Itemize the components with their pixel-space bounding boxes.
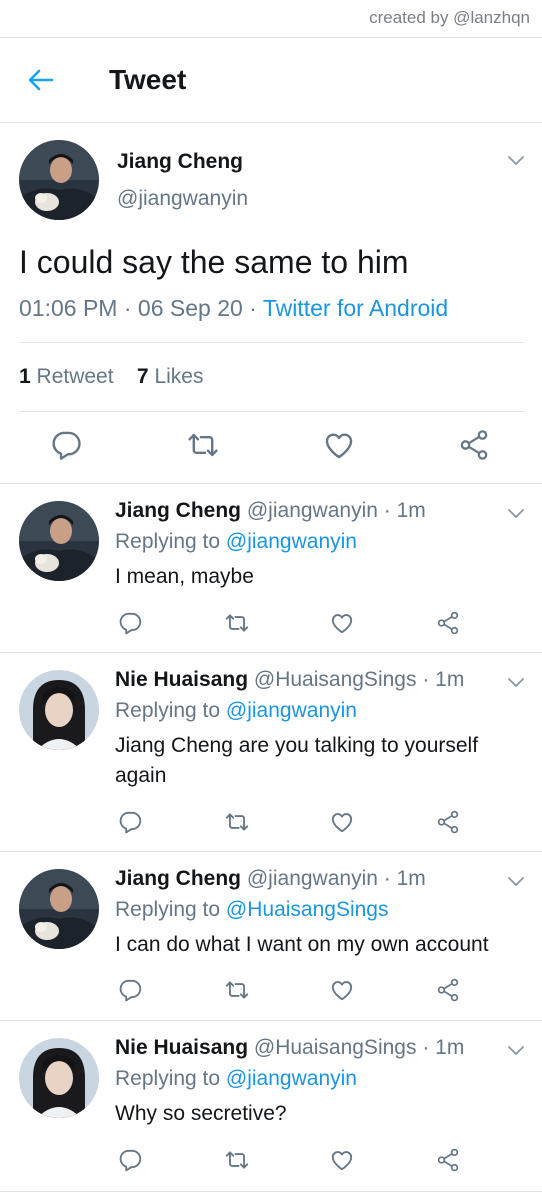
credit-text: created by @lanzhqn	[369, 8, 530, 27]
share-icon[interactable]	[435, 809, 461, 835]
author-handle[interactable]: @jiangwanyin	[117, 187, 248, 211]
reply-tweet[interactable]: Jiang Cheng @jiangwanyin · 1m Replying t…	[0, 852, 542, 1020]
retweet-icon[interactable]	[224, 977, 250, 1003]
reply-tweet[interactable]: Jiang Cheng @jiangwanyin · 1m Replying t…	[0, 484, 542, 652]
chevron-down-icon[interactable]	[507, 155, 525, 167]
tweet-time: 01:06 PM	[19, 295, 118, 321]
retweet-count[interactable]: 1	[19, 365, 31, 388]
page-title: Tweet	[109, 64, 187, 95]
author-name[interactable]: Jiang Cheng	[115, 867, 241, 890]
like-icon[interactable]	[329, 977, 355, 1003]
reply-time: · 1m	[383, 499, 426, 522]
replying-label: Replying to	[115, 530, 221, 553]
reply-text: Jiang Cheng are you talking to yourself …	[115, 734, 479, 787]
like-icon[interactable]	[329, 610, 355, 636]
chevron-down-icon[interactable]	[507, 1045, 525, 1057]
replying-label: Replying to	[115, 898, 221, 921]
header-divider	[0, 122, 542, 123]
reply-tweet[interactable]: Nie Huaisang @HuaisangSings · 1m Replyin…	[0, 1021, 542, 1191]
chevron-down-icon[interactable]	[507, 508, 525, 520]
header-bar: Tweet	[0, 38, 542, 122]
replying-to: Replying to @jiangwanyin	[115, 1067, 357, 1091]
like-icon[interactable]	[329, 809, 355, 835]
retweet-label[interactable]: Retweet	[37, 365, 114, 388]
reply-icon[interactable]	[117, 610, 143, 636]
divider	[19, 342, 524, 343]
divider	[0, 1191, 542, 1192]
tweet-meta: 01:06 PM · 06 Sep 20 · Twitter for Andro…	[19, 295, 448, 322]
like-icon[interactable]	[329, 1147, 355, 1173]
avatar[interactable]	[19, 140, 99, 220]
retweet-icon[interactable]	[224, 1147, 250, 1173]
replying-to: Replying to @jiangwanyin	[115, 530, 357, 554]
replying-to-link[interactable]: @jiangwanyin	[226, 1067, 357, 1090]
retweet-icon[interactable]	[224, 809, 250, 835]
reply-time: · 1m	[383, 867, 426, 890]
replying-to-link[interactable]: @jiangwanyin	[226, 530, 357, 553]
tweet-stats: 1 Retweet 7 Likes	[19, 365, 203, 389]
reply-header: Nie Huaisang @HuaisangSings · 1m	[115, 1036, 464, 1060]
reply-time: · 1m	[422, 668, 465, 691]
replying-to-link[interactable]: @jiangwanyin	[226, 699, 357, 722]
reply-icon[interactable]	[117, 977, 143, 1003]
reply-text: Why so secretive?	[115, 1102, 287, 1125]
author-handle[interactable]: @jiangwanyin	[247, 867, 378, 890]
divider	[19, 411, 524, 412]
reply-icon[interactable]	[117, 809, 143, 835]
like-icon[interactable]	[322, 428, 356, 462]
avatar[interactable]	[19, 670, 99, 750]
tweet-source-link[interactable]: Twitter for Android	[263, 295, 448, 321]
back-arrow-icon[interactable]	[26, 66, 56, 94]
avatar[interactable]	[19, 501, 99, 581]
author-name[interactable]: Jiang Cheng	[115, 499, 241, 522]
replying-label: Replying to	[115, 1067, 221, 1090]
avatar[interactable]	[19, 869, 99, 949]
like-count[interactable]: 7	[137, 365, 149, 388]
author-handle[interactable]: @jiangwanyin	[247, 499, 378, 522]
like-label[interactable]: Likes	[154, 365, 203, 388]
share-icon[interactable]	[435, 977, 461, 1003]
share-icon[interactable]	[435, 610, 461, 636]
tweet-date: 06 Sep 20	[137, 295, 243, 321]
retweet-icon[interactable]	[186, 428, 220, 462]
meta-separator: ·	[123, 295, 132, 321]
reply-icon[interactable]	[117, 1147, 143, 1173]
author-name[interactable]: Jiang Cheng	[117, 150, 243, 174]
author-name[interactable]: Nie Huaisang	[115, 1036, 248, 1059]
replying-to-link[interactable]: @HuaisangSings	[226, 898, 389, 921]
author-name[interactable]: Nie Huaisang	[115, 668, 248, 691]
replying-to: Replying to @HuaisangSings	[115, 898, 388, 922]
share-icon[interactable]	[457, 428, 491, 462]
tweet-text: I could say the same to him	[19, 244, 409, 280]
reply-header: Jiang Cheng @jiangwanyin · 1m	[115, 867, 426, 891]
share-icon[interactable]	[435, 1147, 461, 1173]
chevron-down-icon[interactable]	[507, 876, 525, 888]
reply-icon[interactable]	[49, 428, 83, 462]
reply-header: Jiang Cheng @jiangwanyin · 1m	[115, 499, 426, 523]
retweet-icon[interactable]	[224, 610, 250, 636]
reply-header: Nie Huaisang @HuaisangSings · 1m	[115, 668, 464, 692]
reply-text: I mean, maybe	[115, 565, 254, 588]
meta-separator: ·	[249, 295, 257, 321]
reply-tweet[interactable]: Nie Huaisang @HuaisangSings · 1m Replyin…	[0, 653, 542, 851]
author-handle[interactable]: @HuaisangSings	[254, 668, 417, 691]
author-handle[interactable]: @HuaisangSings	[254, 1036, 417, 1059]
chevron-down-icon[interactable]	[507, 677, 525, 689]
reply-time: · 1m	[422, 1036, 465, 1059]
reply-text: I can do what I want on my own account	[115, 933, 489, 956]
replying-to: Replying to @jiangwanyin	[115, 699, 357, 723]
avatar[interactable]	[19, 1038, 99, 1118]
replying-label: Replying to	[115, 699, 221, 722]
